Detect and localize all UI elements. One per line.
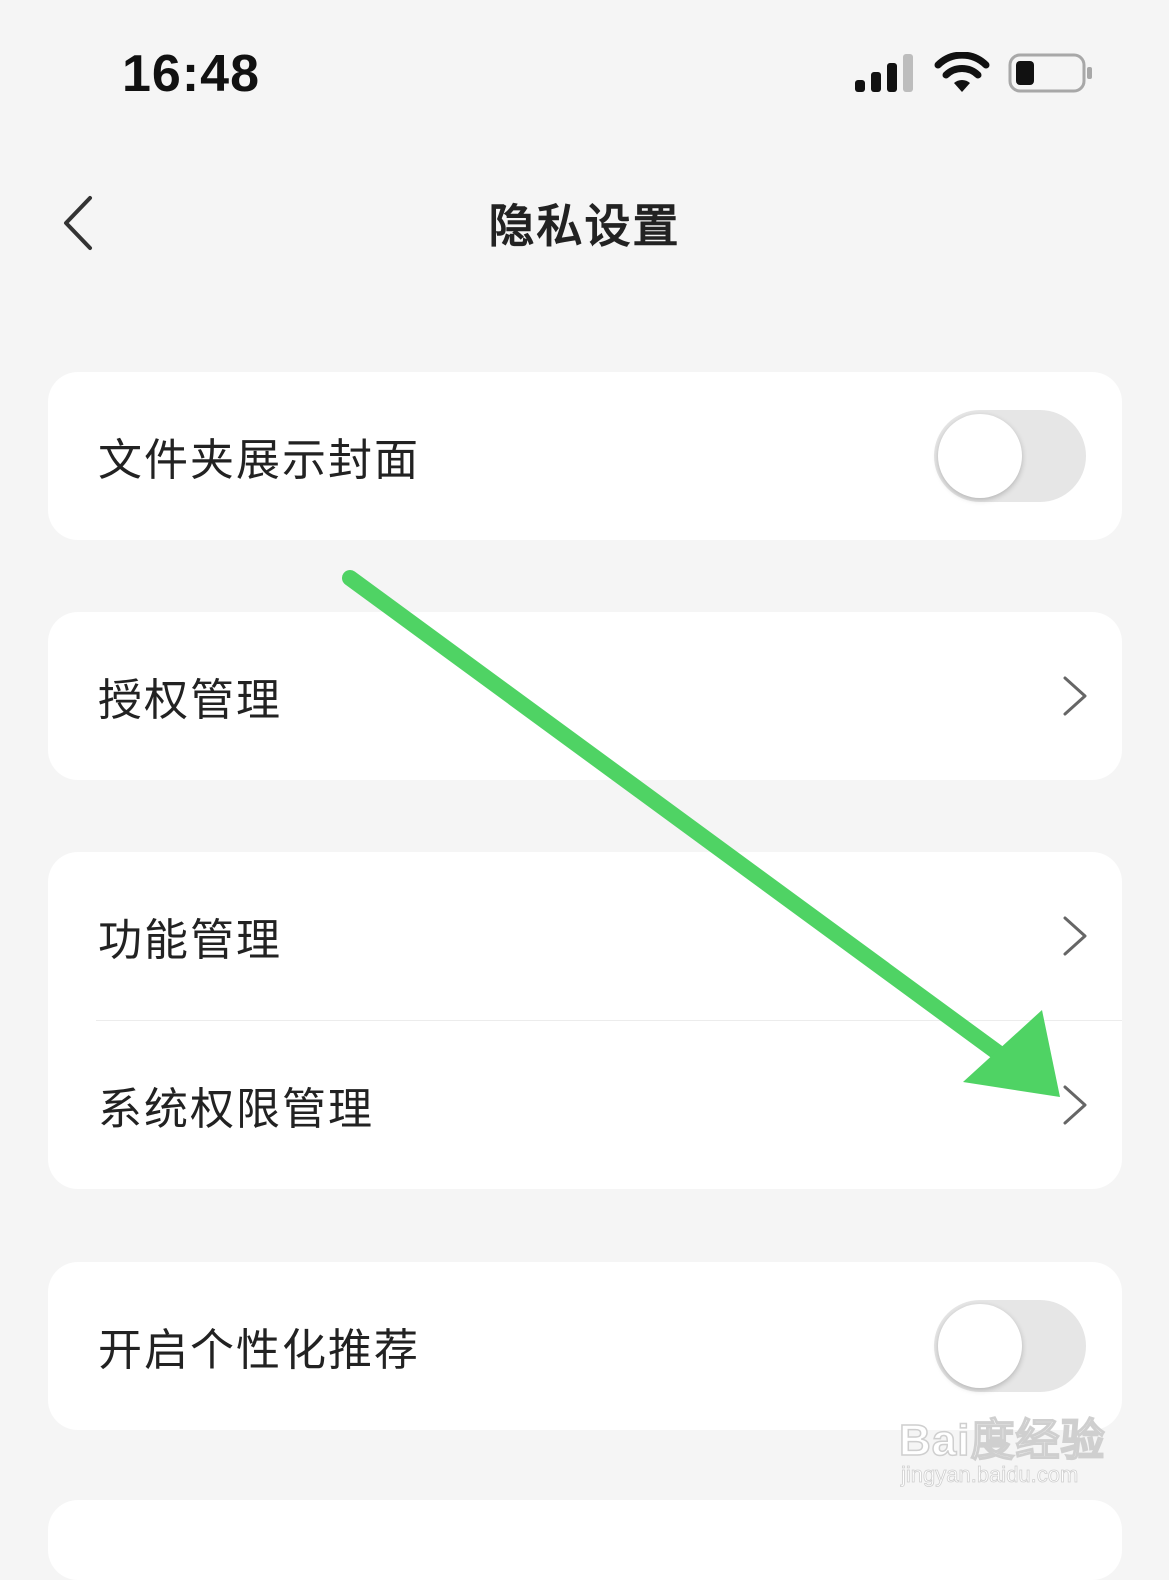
navigation-bar: 隐私设置	[0, 160, 1169, 280]
chevron-right-icon	[1063, 916, 1087, 956]
folder-cover-label: 文件夹展示封面	[98, 435, 420, 486]
settings-card-folder-cover: 文件夹展示封面	[48, 372, 1122, 540]
system-permission-row[interactable]: 系统权限管理	[48, 1021, 1122, 1189]
system-permission-label: 系统权限管理	[98, 1084, 374, 1135]
feature-manage-row[interactable]: 功能管理	[48, 852, 1122, 1020]
settings-card-management: 功能管理 系统权限管理	[48, 852, 1122, 1189]
auth-manage-label: 授权管理	[98, 675, 282, 726]
auth-manage-row[interactable]: 授权管理	[48, 612, 1122, 780]
settings-card-partial	[48, 1500, 1122, 1580]
watermark-sub-text: jingyan.baidu.com	[901, 1462, 1079, 1488]
wifi-icon	[934, 52, 990, 92]
toggle-knob	[938, 414, 1022, 498]
chevron-right-icon	[1063, 1085, 1087, 1125]
status-time: 16:48	[122, 45, 260, 103]
watermark-main-text: Bai度经验	[898, 1415, 1106, 1466]
folder-cover-toggle[interactable]	[934, 410, 1086, 502]
watermark-logo: Bai度经验 jingyan.baidu.com	[895, 1400, 1125, 1510]
page-title: 隐私设置	[488, 199, 681, 253]
settings-card-auth: 授权管理	[48, 612, 1122, 780]
battery-icon	[1008, 53, 1092, 93]
chevron-right-icon	[1063, 676, 1087, 716]
signal-icon	[855, 54, 913, 92]
toggle-knob	[938, 1304, 1022, 1388]
personalized-recommend-label: 开启个性化推荐	[98, 1325, 420, 1376]
status-bar: 16:48	[0, 0, 1169, 140]
feature-manage-label: 功能管理	[98, 915, 282, 966]
folder-cover-row: 文件夹展示封面	[48, 372, 1122, 540]
personalized-recommend-toggle[interactable]	[934, 1300, 1086, 1392]
